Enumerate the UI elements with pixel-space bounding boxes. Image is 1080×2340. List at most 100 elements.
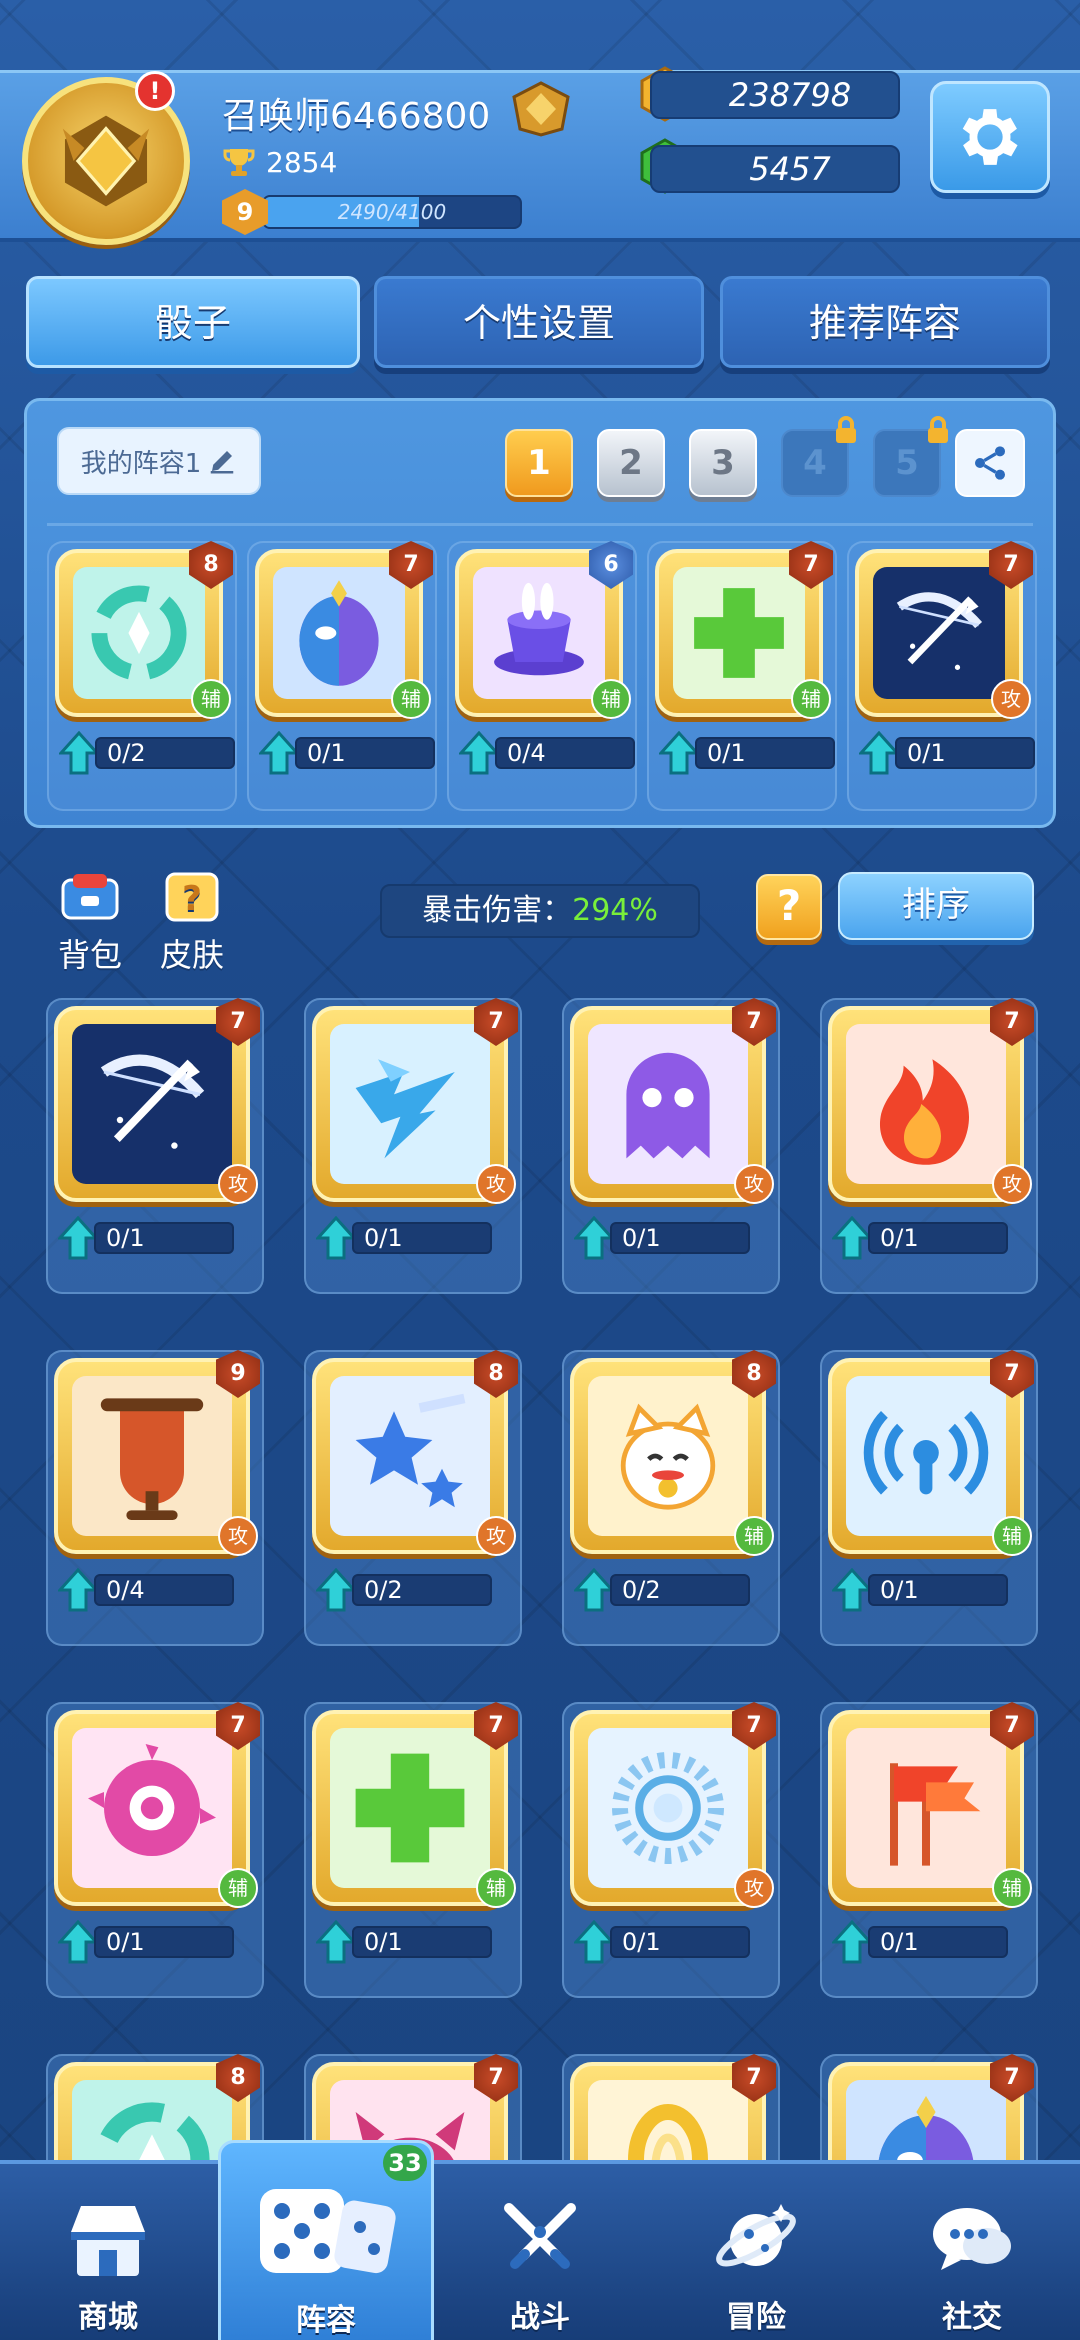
dice-type-badge: 辅 [391,679,431,719]
lineup-name-button[interactable]: 我的阵容1 [57,427,261,495]
swirl-teal-icon [73,567,205,699]
share-button[interactable] [955,429,1025,497]
lineup-slot-5[interactable]: 5 [873,416,948,497]
nav-battle-label: 战斗 [510,2300,570,2335]
dice-card[interactable]: 6 辅 0/4 [447,541,637,811]
dice-face [72,1024,232,1184]
dice-upgrade-progress: 0/2 [59,731,235,775]
backpack-button[interactable]: 背包 [50,870,130,976]
dice-progress-text: 0/1 [94,1222,234,1254]
gear-icon [962,109,1018,165]
dice-progress-text: 0/2 [352,1574,492,1606]
dice-card[interactable]: 7 攻 0/1 [562,998,780,1294]
upgrade-arrow-icon [58,1920,98,1964]
dice-face [846,1024,1006,1184]
dice-progress-text: 0/1 [868,1574,1008,1606]
dice-card[interactable]: 7 辅 0/1 [46,1702,264,1998]
dice-card[interactable]: 8 辅 0/2 [47,541,237,811]
dice-icon [260,2189,396,2274]
nav-lineup-badge: 33 [383,2145,427,2181]
dice-card[interactable]: 7 攻 0/1 [820,998,1038,1294]
nav-adventure-label: 冒险 [726,2300,786,2335]
lineup-slot-1[interactable]: 1 [505,429,573,497]
trophy-icon [223,149,255,176]
share-icon [975,446,1005,480]
dice-type-badge: 攻 [992,1164,1032,1204]
dice-type-badge: 辅 [791,679,831,719]
skin-label: 皮肤 [159,936,224,974]
upgrade-arrow-icon [859,731,899,775]
level-progress: 9 2490/4100 [222,189,522,235]
bow-icon [72,1024,232,1184]
dice-upgrade-progress: 0/4 [459,731,635,775]
username: 召唤师6466800 [222,96,491,137]
bow-icon [873,567,1005,699]
dice-card[interactable]: 8 攻 0/2 [304,1350,522,1646]
xp-bar: 2490/4100 [262,195,522,229]
dice-upgrade-progress: 0/2 [316,1568,492,1612]
dice-card[interactable]: 7 辅 0/1 [304,1702,522,1998]
settings-button[interactable] [930,81,1050,193]
dice-face [588,1728,748,1888]
upgrade-arrow-icon [574,1920,614,1964]
nav-lineup[interactable]: 33 阵容 [218,2140,434,2340]
dice-face [673,567,805,699]
dice-progress-text: 0/2 [610,1574,750,1606]
nav-battle[interactable]: 战斗 [432,2164,648,2340]
trophy-count: 2854 [222,145,337,179]
mask-purple-icon [273,567,405,699]
dice-progress-text: 0/1 [295,737,435,769]
dice-card[interactable]: 7 攻 0/1 [46,998,264,1294]
dice-card[interactable]: 8 辅 0/2 [562,1350,780,1646]
dice-card[interactable]: 7 辅 0/1 [820,1702,1038,1998]
dice-upgrade-progress: 0/1 [859,731,1035,775]
crit-damage-display: 暴击伤害：294% [380,884,700,938]
lineup-slot-4[interactable]: 4 [781,416,856,497]
dice-card[interactable]: 7 辅 0/1 [247,541,437,811]
dice-type-badge: 辅 [476,1868,516,1908]
lineup-slot-3[interactable]: 3 [689,429,757,497]
chat-icon [933,2208,1011,2270]
dice-card[interactable]: 7 攻 0/1 [304,998,522,1294]
dice-type-badge: 攻 [218,1164,258,1204]
tab-personalize[interactable]: 个性设置 [374,276,704,368]
nav-social[interactable]: 社交 [864,2164,1080,2340]
dice-card[interactable]: 7 辅 0/1 [820,1350,1038,1646]
dice-upgrade-progress: 0/1 [316,1920,492,1964]
gem-amount: 5457 [650,145,900,193]
dice-progress-text: 0/4 [94,1574,234,1606]
dice-type-badge: 辅 [191,679,231,719]
dice-upgrade-progress: 0/1 [659,731,835,775]
nav-shop[interactable]: 商城 [0,2164,216,2340]
help-button[interactable]: ? [756,874,822,940]
green-cross-icon [330,1728,490,1888]
tab-dice[interactable]: 骰子 [26,276,360,368]
nav-lineup-label: 阵容 [296,2303,356,2338]
upgrade-arrow-icon [574,1568,614,1612]
magic-hat-icon [473,567,605,699]
dice-card[interactable]: 9 攻 0/4 [46,1350,264,1646]
svg-text:?: ? [182,879,202,919]
lineup-slot-2[interactable]: 2 [597,429,665,497]
dice-card[interactable]: 7 攻 0/1 [562,1702,780,1998]
lineup-name: 我的阵容1 [80,448,202,479]
upgrade-arrow-icon [259,731,299,775]
sort-button[interactable]: 排序 [838,872,1034,940]
dice-face [72,1376,232,1536]
fire-icon [846,1024,1006,1184]
dice-face [846,1728,1006,1888]
rank-badge-icon [512,81,570,137]
nav-adventure[interactable]: 冒险 [648,2164,864,2340]
upgrade-arrow-icon [832,1216,872,1260]
dice-upgrade-progress: 0/1 [574,1216,750,1260]
dice-card[interactable]: 7 攻 0/1 [847,541,1037,811]
dice-type-badge: 辅 [734,1516,774,1556]
tab-recommended[interactable]: 推荐阵容 [720,276,1050,368]
skin-button[interactable]: ? 皮肤 [152,870,232,976]
trophy-value: 2854 [266,145,338,179]
dice-card[interactable]: 7 辅 0/1 [647,541,837,811]
dice-face [588,1024,748,1184]
dice-face [73,567,205,699]
dice-upgrade-progress: 0/1 [58,1920,234,1964]
shop-icon [71,2206,145,2276]
